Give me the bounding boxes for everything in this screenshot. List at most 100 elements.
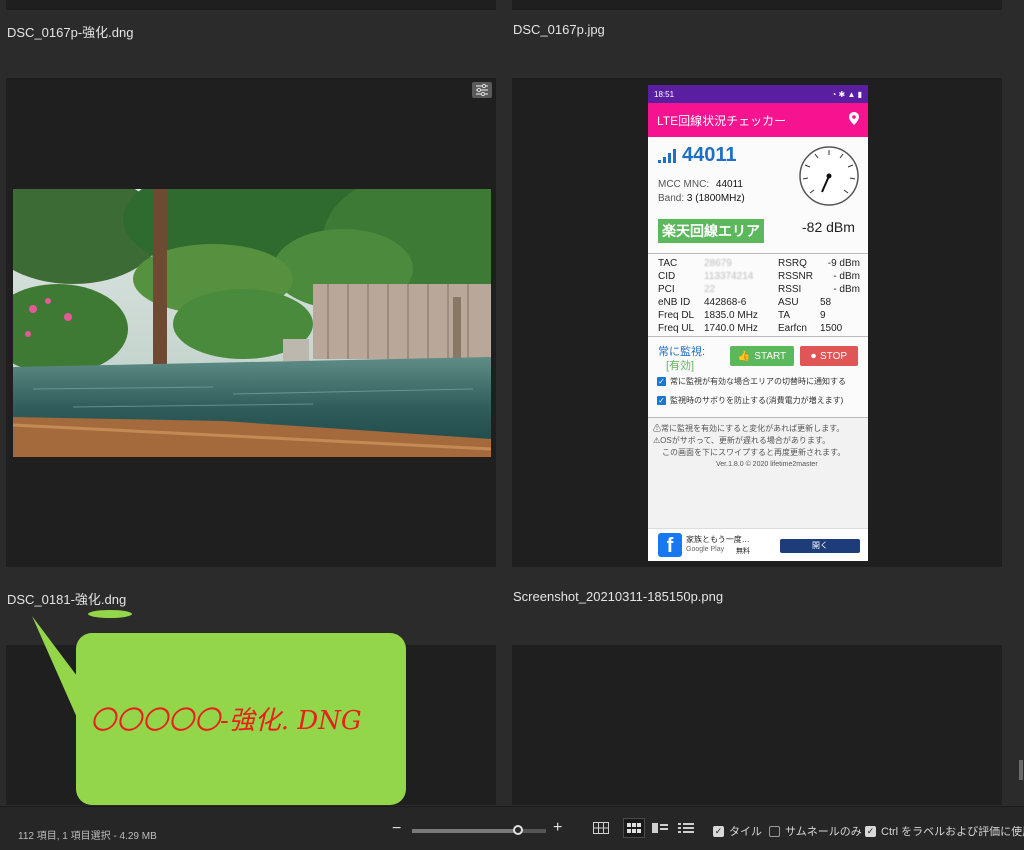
cell-info-value: -9 dBm: [827, 258, 860, 269]
note-text: この画面を下にスワイプすると再度更新されます。: [662, 448, 846, 457]
cell-info-value: - dBm: [833, 271, 860, 282]
cell-info-row: PCI 22 RSSI - dBm: [658, 284, 860, 297]
grid-small-icon: [627, 823, 641, 833]
cell-info-label: Freq UL: [658, 323, 695, 334]
file-name-label: Screenshot_20210311-185150p.png: [513, 589, 724, 604]
tile-view-button[interactable]: [623, 818, 645, 838]
ad-open-button: 開く: [780, 539, 860, 553]
zoom-slider[interactable]: [412, 825, 546, 835]
note-line: ⚠常に監視を有効にすると変化があれば更新します。: [653, 423, 844, 434]
version-text: Ver.1.8.0 © 2020 lifetime2master: [716, 461, 818, 468]
callout-text: 〇〇〇〇〇-強化. DNG: [90, 706, 362, 736]
prevent-sleep-checkbox: ✓ 監視時のサボりを防止する(消費電力が増えます): [657, 395, 843, 406]
cell-info-value: 9: [820, 310, 826, 321]
cell-info-value: 58: [820, 297, 832, 308]
thumbs-up-icon: 👍: [737, 350, 751, 362]
vertical-scrollbar[interactable]: [1018, 0, 1024, 805]
list-icon: [678, 823, 694, 833]
phone-signal-panel: 44011 MCC MNC: 44011 Band: 3 (1800MHz) 楽…: [648, 137, 868, 254]
screenshot-thumbnail[interactable]: 18:51 ◔ ✱ ▲ ▮ LTE回線状況チェッカー 44011 MCC MNC…: [648, 85, 868, 561]
plmn-value: 44011: [682, 144, 737, 166]
checkmark-icon: ✓: [713, 825, 724, 837]
prevent-sleep-checkbox-label: 監視時のサボりを防止する(消費電力が増えます): [670, 396, 844, 405]
cell-info-value: 113374214: [704, 271, 754, 282]
facebook-logo-icon: f: [658, 533, 682, 557]
cell-info-label: RSRQ: [778, 258, 807, 269]
cell-info-label: RSSNR: [778, 271, 814, 282]
ad-price: 無料: [736, 548, 750, 555]
thumbnail-cell[interactable]: [512, 645, 1002, 805]
cell-info-label: PCI: [658, 284, 675, 295]
stop-icon: ⏺: [810, 350, 816, 362]
cell-info-row: TAC 28679 RSRQ -9 dBm: [658, 258, 860, 271]
thumbnail-only-checkbox[interactable]: サムネールのみ: [769, 823, 862, 839]
cell-info-value: - dBm: [833, 284, 860, 295]
photo-thumbnail[interactable]: [13, 189, 491, 457]
file-name-label: DSC_0167p.jpg: [513, 22, 605, 37]
list-view-button[interactable]: [675, 818, 697, 838]
file-name-label: DSC_0167p-強化.dng: [7, 25, 134, 40]
monitor-state: [有効]: [666, 360, 695, 372]
phone-app-bar: LTE回線状況チェッカー: [648, 103, 868, 137]
scrollbar-thumb[interactable]: [1019, 760, 1023, 780]
stop-button-label: STOP: [819, 350, 848, 362]
selection-summary: 112 項目, 1 項目選択 - 4.29 MB: [18, 831, 157, 842]
cell-info-value: 28679: [704, 258, 732, 269]
cell-info-label: eNB ID: [658, 297, 691, 308]
zoom-slider-fill: [412, 829, 517, 833]
cell-info-row: Freq DL 1835.0 MHz TA 9: [658, 310, 860, 323]
cell-info-value: 22: [704, 284, 716, 295]
grid-view-button[interactable]: [590, 818, 612, 838]
zoom-out-button[interactable]: −: [392, 820, 401, 838]
phone-app-title: LTE回線状況チェッカー: [657, 113, 787, 128]
ctrl-label-rating-checkbox[interactable]: ✓ Ctrl をラベルおよび評価に使用: [865, 823, 1024, 839]
notify-checkbox-label: 常に監視が有効な場合エリアの切替時に通知する: [670, 377, 846, 386]
thumbnail-cell[interactable]: [6, 0, 496, 10]
dbm-value: -82 dBm: [802, 219, 855, 235]
checkmark-icon: ✓: [657, 377, 666, 386]
band-row: Band: 3 (1800MHz): [658, 193, 745, 204]
warning-icon: ⚠: [653, 424, 661, 433]
phone-status-icons: ◔ ✱ ▲ ▮: [831, 89, 862, 99]
phone-monitor-panel: 常に監視: [有効] 👍 START ⏺ STOP ✓ 常に監視が有効な場合エリ…: [648, 337, 868, 418]
checkmark-icon: ✓: [657, 396, 666, 405]
start-button: 👍 START: [730, 346, 794, 366]
cell-info-label: Freq DL: [658, 310, 695, 321]
stop-button: ⏺ STOP: [800, 346, 858, 366]
cell-info-value: 1740.0 MHz: [704, 323, 758, 334]
thumbnail-cell[interactable]: [512, 0, 1002, 10]
cell-info-label: ASU: [778, 297, 799, 308]
cell-info-value: 1835.0 MHz: [704, 310, 758, 321]
band-value: 3 (1800MHz): [686, 193, 745, 204]
zoom-in-button[interactable]: +: [553, 819, 562, 837]
edit-adjust-icon[interactable]: [472, 82, 492, 98]
thumbnail-only-checkbox-label: サムネールのみ: [785, 826, 862, 838]
checkmark-icon: ✓: [865, 825, 876, 837]
area-badge: 楽天回線エリア: [658, 219, 764, 243]
start-button-label: START: [754, 350, 787, 362]
ad-store: Google Play: [686, 546, 725, 553]
notify-checkbox: ✓ 常に監視が有効な場合エリアの切替時に通知する: [657, 376, 846, 387]
mcc-mnc-label: MCC MNC:: [658, 179, 710, 190]
zoom-slider-thumb[interactable]: [513, 825, 523, 835]
signal-bars-icon: [658, 149, 678, 166]
phone-cell-info-table: TAC 28679 RSRQ -9 dBm CID 113374214 RSSN…: [648, 254, 868, 337]
rsrp-gauge-icon: [798, 145, 860, 210]
cell-info-value: 442868-6: [704, 297, 747, 308]
note-line: ⚠OSがサボって、更新が遅れる場合があります。: [653, 435, 830, 446]
ad-title: 家族ともう一度…: [686, 535, 750, 544]
cell-info-label: TAC: [658, 258, 678, 269]
tile-checkbox[interactable]: ✓ タイル: [713, 823, 762, 839]
note-text: OSがサボって、更新が遅れる場合があります。: [660, 436, 831, 445]
cell-info-label: Earfcn: [778, 323, 807, 334]
cell-info-label: TA: [778, 310, 791, 321]
location-pin-icon: [849, 112, 859, 128]
phone-time: 18:51: [654, 89, 675, 99]
phone-status-bar: 18:51 ◔ ✱ ▲ ▮: [648, 85, 868, 103]
detail-view-button[interactable]: [649, 818, 671, 838]
cell-info-label: RSSI: [778, 284, 802, 295]
grid-large-icon: [593, 822, 609, 834]
phone-ad-banner: f 家族ともう一度… Google Play 無料 開く: [648, 528, 868, 561]
details-icon: [652, 823, 668, 833]
checkbox-empty-icon: [769, 825, 780, 837]
